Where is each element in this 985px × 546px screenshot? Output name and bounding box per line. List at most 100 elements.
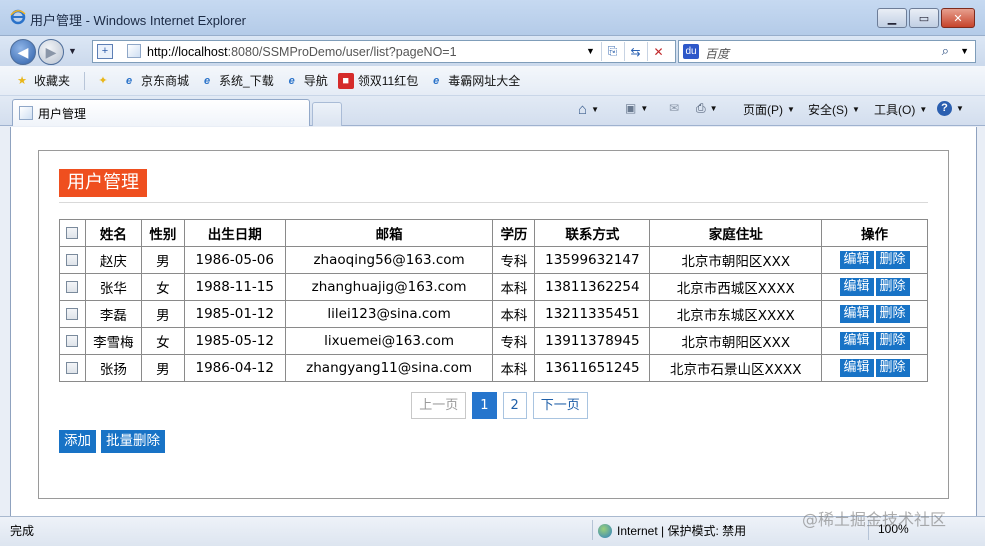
column-header: 操作: [821, 219, 928, 247]
delete-button[interactable]: 删除: [875, 305, 910, 323]
favorites-bar: ★ 收藏夹 ✦ e 京东商城 e 系统_下载 e 导航 ■ 领双11红包 e 毒…: [0, 66, 985, 96]
mail-button[interactable]: ✉: [669, 101, 679, 115]
prev-page-button[interactable]: 上一页: [411, 392, 467, 419]
favorite-link-duba[interactable]: e 毒霸网址大全: [428, 72, 520, 89]
cell-address: 北京市朝阳区XXX: [649, 246, 823, 274]
print-button[interactable]: ⎙ ▼: [696, 101, 718, 116]
edit-button[interactable]: 编辑: [839, 332, 874, 350]
add-user-button[interactable]: 添加: [59, 430, 96, 453]
favorite-link-download[interactable]: e 系统_下载: [199, 72, 274, 89]
next-page-button[interactable]: 下一页: [532, 392, 588, 419]
back-button[interactable]: ◀: [10, 39, 36, 65]
cell-email: zhaoqing56@163.com: [284, 246, 494, 274]
cell-actions: 编辑 删除: [821, 327, 928, 355]
home-button[interactable]: ⌂ ▼: [578, 101, 599, 118]
batch-delete-button[interactable]: 批量删除: [101, 430, 165, 453]
history-dropdown-icon[interactable]: ▼: [68, 46, 77, 56]
select-all-checkbox[interactable]: [66, 227, 79, 239]
cell-gender: 男: [140, 300, 185, 328]
cell-name: 张华: [84, 273, 142, 301]
feeds-dropdown-icon: ▼: [640, 103, 649, 113]
safety-menu-dropdown-icon: ▼: [852, 105, 860, 114]
cell-birthdate: 1986-05-06: [183, 246, 286, 274]
maximize-button[interactable]: ▭: [909, 8, 939, 28]
cell-actions: 编辑 删除: [821, 354, 928, 382]
row-checkbox[interactable]: [66, 254, 79, 266]
new-tab-button[interactable]: [312, 102, 342, 126]
add-favorite-button[interactable]: ✦: [95, 73, 115, 89]
edit-button[interactable]: 编辑: [839, 251, 874, 269]
cell-name: 张扬: [84, 354, 142, 382]
page-2-button[interactable]: 2: [502, 392, 527, 419]
security-zone[interactable]: Internet | 保护模式: 禁用: [598, 522, 746, 539]
url-dropdown-icon[interactable]: ▼: [586, 46, 595, 56]
page-menu-dropdown-icon: ▼: [787, 105, 795, 114]
favorite-link-jd[interactable]: e 京东商城: [121, 72, 189, 89]
tab-user-management[interactable]: 用户管理: [12, 99, 310, 126]
feeds-button[interactable]: ▣ ▼: [625, 101, 648, 115]
delete-button[interactable]: 删除: [875, 332, 910, 350]
tools-menu-dropdown-icon: ▼: [919, 105, 928, 114]
title-divider: [59, 202, 928, 203]
table-row: 赵庆 男 1986-05-06 zhaoqing56@163.com 专科 13…: [59, 246, 928, 274]
cell-gender: 男: [140, 246, 185, 274]
home-icon: ⌂: [578, 101, 588, 118]
cell-actions: 编辑 删除: [821, 300, 928, 328]
row-checkbox[interactable]: [66, 281, 79, 293]
forward-arrow-icon: ▶: [45, 43, 57, 60]
search-field[interactable]: du 百度 ⌕ ▼: [678, 40, 976, 63]
safety-menu[interactable]: 安全(S) ▼: [808, 101, 860, 118]
favorite-link-nav[interactable]: e 导航: [284, 72, 328, 89]
help-button[interactable]: ? ▼: [937, 101, 964, 116]
edit-button[interactable]: 编辑: [839, 305, 874, 323]
delete-button[interactable]: 删除: [875, 278, 910, 296]
status-divider: [592, 520, 593, 540]
search-icon[interactable]: ⌕: [942, 43, 949, 59]
column-header: 邮箱: [284, 219, 494, 247]
compatibility-icon[interactable]: +: [97, 44, 113, 59]
page-menu[interactable]: 页面(P) ▼: [743, 101, 795, 118]
cell-email: zhanghuajig@163.com: [284, 273, 494, 301]
row-checkbox[interactable]: [66, 308, 79, 320]
ie-globe-icon: e: [433, 74, 440, 87]
minimize-button[interactable]: ▁: [877, 8, 907, 28]
ie-page-icon: e: [125, 74, 133, 87]
refresh-icon[interactable]: ⇆: [624, 42, 646, 61]
delete-button[interactable]: 删除: [875, 359, 910, 377]
cell-education: 本科: [492, 354, 536, 382]
page-1-button[interactable]: 1: [472, 392, 497, 419]
column-header: 出生日期: [183, 219, 286, 247]
cell-address: 北京市西城区XXXX: [649, 273, 823, 301]
cell-birthdate: 1985-05-12: [183, 327, 286, 355]
favorite-link-label: 系统_下载: [219, 74, 274, 88]
cell-address: 北京市石景山区XXXX: [649, 354, 823, 382]
print-dropdown-icon: ▼: [709, 104, 718, 113]
cell-phone: 13599632147: [534, 246, 651, 274]
forward-button[interactable]: ▶: [38, 39, 64, 65]
cell-phone: 13611651245: [534, 354, 651, 382]
cell-name: 李磊: [84, 300, 142, 328]
cell-address: 北京市朝阳区XXX: [649, 327, 823, 355]
favorite-link-redpack[interactable]: ■ 领双11红包: [337, 72, 418, 89]
row-checkbox[interactable]: [66, 362, 79, 374]
cell-phone: 13811362254: [534, 273, 651, 301]
table-row: 李雪梅 女 1985-05-12 lixuemei@163.com 专科 139…: [59, 327, 928, 355]
close-window-button[interactable]: ✕: [941, 8, 975, 28]
edit-button[interactable]: 编辑: [839, 278, 874, 296]
pagination: 上一页 1 2 下一页: [39, 392, 948, 419]
favorites-button[interactable]: ★ 收藏夹: [14, 72, 70, 89]
stop-icon[interactable]: ✕: [647, 42, 669, 61]
safety-menu-label: 安全(S): [808, 103, 848, 117]
bulk-actions: 添加 批量删除: [59, 430, 170, 453]
cell-actions: 编辑 删除: [821, 246, 928, 274]
delete-button[interactable]: 删除: [875, 251, 910, 269]
tools-menu[interactable]: 工具(O) ▼: [874, 101, 927, 118]
row-checkbox[interactable]: [66, 335, 79, 347]
search-dropdown-icon[interactable]: ▼: [960, 46, 969, 56]
favorites-star-icon: ★: [17, 75, 27, 87]
compat-view-icon[interactable]: ⎘: [601, 42, 623, 61]
column-header: 学历: [492, 219, 536, 247]
url-field[interactable]: + http://localhost:8080/SSMProDemo/user/…: [92, 40, 676, 63]
column-header: 姓名: [84, 219, 142, 247]
edit-button[interactable]: 编辑: [839, 359, 874, 377]
